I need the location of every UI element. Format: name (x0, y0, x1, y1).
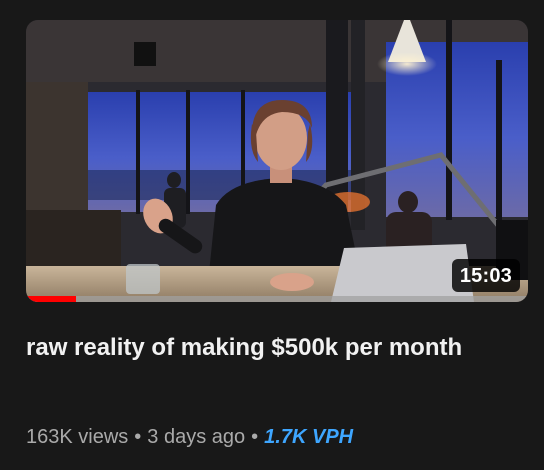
watch-progress-fill (26, 296, 77, 302)
upload-age: 3 days ago (147, 426, 246, 448)
thumbnail-image (26, 20, 528, 302)
watch-progress-bar (26, 296, 528, 302)
meta-separator: • (134, 426, 142, 448)
vph-badge: 1.7K VPH (264, 426, 354, 448)
video-title[interactable]: raw reality of making $500k per month (26, 330, 506, 366)
meta-separator: • (251, 426, 259, 448)
video-card[interactable]: 15:03 raw reality of making $500k per mo… (0, 0, 544, 470)
video-thumbnail[interactable]: 15:03 (26, 20, 528, 302)
video-metadata: 163K views • 3 days ago • 1.7K VPH (26, 424, 353, 450)
duration-badge: 15:03 (451, 259, 520, 292)
view-count: 163K views (26, 426, 129, 448)
